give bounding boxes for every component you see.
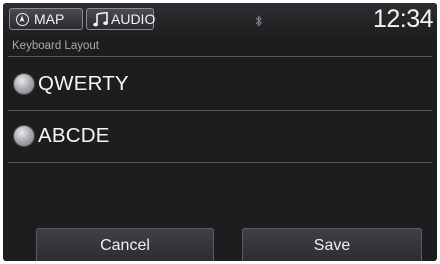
option-qwerty[interactable]: QWERTY [8,58,432,110]
page-title: Keyboard Layout [12,40,99,52]
radio-icon [13,125,35,147]
music-note-icon [93,11,109,27]
divider [8,56,432,57]
map-button[interactable]: MAP [9,8,83,30]
status-bar: MAP AUDIO 12:34 [3,3,437,35]
clock: 12:34 [372,5,434,33]
audio-button[interactable]: AUDIO [86,8,156,30]
radio-icon [13,73,35,95]
bluetooth-icon [255,14,263,27]
audio-button-label: AUDIO [111,11,156,27]
option-abcde[interactable]: ABCDE [8,110,432,162]
cancel-button-label: Cancel [100,237,150,254]
option-label: ABCDE [38,124,110,147]
cancel-button[interactable]: Cancel [36,228,214,261]
option-label: QWERTY [38,72,129,95]
save-button-label: Save [313,237,351,254]
compass-icon [16,12,29,26]
divider [8,162,432,163]
keyboard-layout-screen: MAP AUDIO 12:34 Keyboard Layout QWERTY A… [3,3,437,261]
save-button[interactable]: Save [242,228,422,261]
map-button-label: MAP [34,11,65,27]
